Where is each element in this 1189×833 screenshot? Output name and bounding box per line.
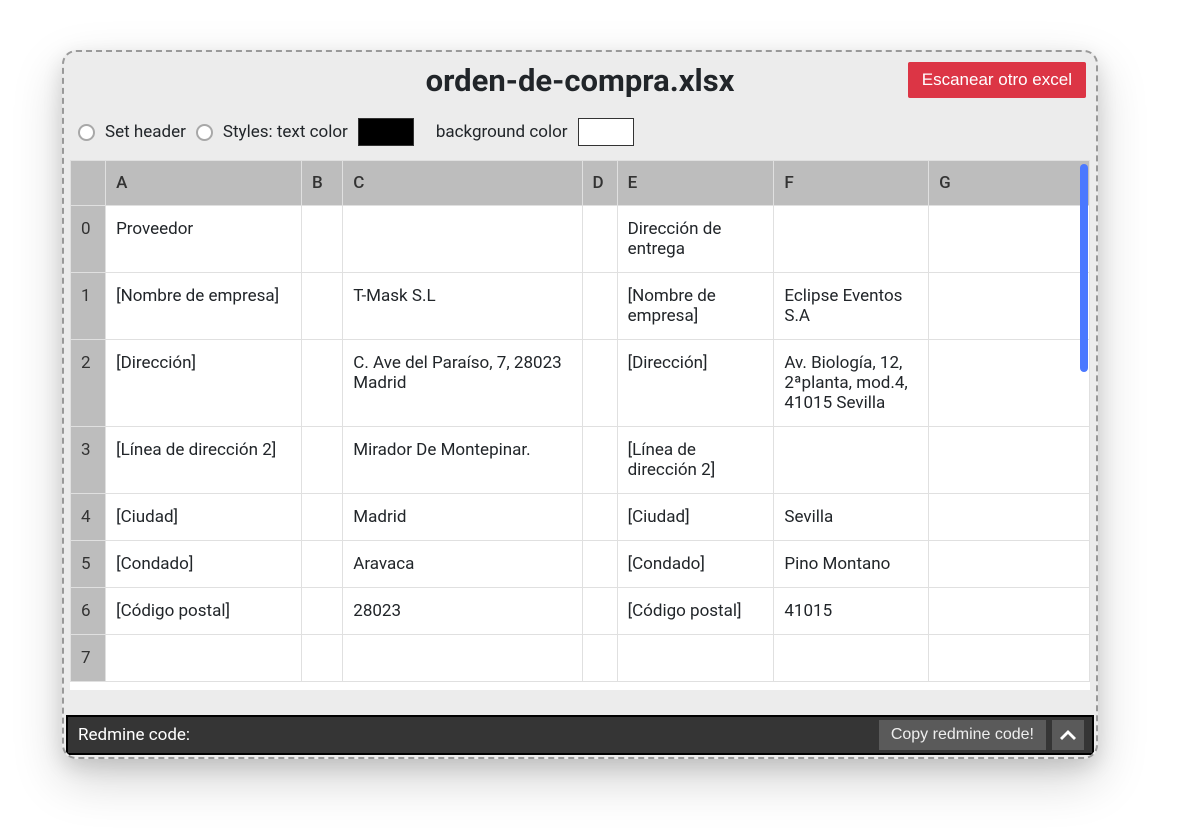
cell[interactable]: [Condado] xyxy=(106,541,302,588)
cell[interactable] xyxy=(582,494,617,541)
cell[interactable]: [Código postal] xyxy=(106,588,302,635)
cell[interactable] xyxy=(929,635,1090,682)
table-row: 2[Dirección]C. Ave del Paraíso, 7, 28023… xyxy=(71,340,1090,427)
redmine-label: Redmine code: xyxy=(78,725,879,745)
cell[interactable] xyxy=(582,427,617,494)
cell[interactable]: 28023 xyxy=(343,588,582,635)
cell[interactable]: Proveedor xyxy=(106,206,302,273)
cell[interactable] xyxy=(929,494,1090,541)
cell[interactable]: [Dirección] xyxy=(106,340,302,427)
cell[interactable]: [Nombre de empresa] xyxy=(106,273,302,340)
vertical-scrollbar[interactable] xyxy=(1080,164,1088,372)
cell[interactable]: [Dirección] xyxy=(617,340,774,427)
chevron-up-icon xyxy=(1060,730,1076,740)
footer-bar: Redmine code: Copy redmine code! xyxy=(66,715,1094,755)
col-header-B[interactable]: B xyxy=(302,161,343,206)
cell[interactable] xyxy=(582,340,617,427)
cell[interactable] xyxy=(582,588,617,635)
cell[interactable] xyxy=(774,635,929,682)
title-row: orden-de-compra.xlsx Escanear otro excel xyxy=(64,52,1096,110)
cell[interactable] xyxy=(929,588,1090,635)
cell[interactable]: [Código postal] xyxy=(617,588,774,635)
row-header[interactable]: 6 xyxy=(71,588,106,635)
cell[interactable] xyxy=(582,273,617,340)
cell[interactable] xyxy=(617,635,774,682)
cell[interactable]: [Nombre de empresa] xyxy=(617,273,774,340)
cell[interactable] xyxy=(929,541,1090,588)
cell[interactable]: [Ciudad] xyxy=(106,494,302,541)
table-row: 0Proveedor Dirección de entrega xyxy=(71,206,1090,273)
cell[interactable]: Sevilla xyxy=(774,494,929,541)
row-header[interactable]: 0 xyxy=(71,206,106,273)
cell[interactable] xyxy=(929,273,1090,340)
cell[interactable]: Dirección de entrega xyxy=(617,206,774,273)
table-row: 4[Ciudad]Madrid[Ciudad]Sevilla xyxy=(71,494,1090,541)
cell[interactable] xyxy=(929,206,1090,273)
cell[interactable] xyxy=(343,635,582,682)
cell[interactable] xyxy=(302,494,343,541)
scan-another-button[interactable]: Escanear otro excel xyxy=(908,62,1086,98)
text-color-swatch[interactable] xyxy=(358,118,414,146)
row-header[interactable]: 2 xyxy=(71,340,106,427)
col-header-C[interactable]: C xyxy=(343,161,582,206)
set-header-label: Set header xyxy=(105,122,186,142)
table-row: 7 xyxy=(71,635,1090,682)
main-panel: orden-de-compra.xlsx Escanear otro excel… xyxy=(62,50,1098,759)
cell[interactable] xyxy=(582,206,617,273)
cell[interactable] xyxy=(302,273,343,340)
row-header[interactable]: 1 xyxy=(71,273,106,340)
table-row: 5[Condado]Aravaca[Condado]Pino Montano xyxy=(71,541,1090,588)
col-header-E[interactable]: E xyxy=(617,161,774,206)
copy-redmine-button[interactable]: Copy redmine code! xyxy=(879,720,1046,750)
table-row: 6[Código postal]28023[Código postal]4101… xyxy=(71,588,1090,635)
cell[interactable] xyxy=(302,206,343,273)
cell[interactable] xyxy=(302,427,343,494)
cell[interactable]: Eclipse Eventos S.A xyxy=(774,273,929,340)
col-header-F[interactable]: F xyxy=(774,161,929,206)
cell[interactable] xyxy=(343,206,582,273)
cell[interactable] xyxy=(302,635,343,682)
styles-label: Styles: text color xyxy=(223,122,348,142)
bg-color-swatch[interactable] xyxy=(578,118,634,146)
cell[interactable]: Mirador De Montepinar. xyxy=(343,427,582,494)
cell[interactable]: Av. Biología, 12, 2ªplanta, mod.4, 41015… xyxy=(774,340,929,427)
row-header[interactable]: 3 xyxy=(71,427,106,494)
cell[interactable] xyxy=(302,541,343,588)
cell[interactable]: Madrid xyxy=(343,494,582,541)
spreadsheet-container: A B C D E F G 0Proveedor Dirección de ent… xyxy=(70,160,1090,690)
cell[interactable] xyxy=(774,427,929,494)
table-row: 3[Línea de dirección 2]Mirador De Montep… xyxy=(71,427,1090,494)
col-header-A[interactable]: A xyxy=(106,161,302,206)
cell[interactable] xyxy=(582,635,617,682)
cell[interactable]: [Línea de dirección 2] xyxy=(106,427,302,494)
styles-radio[interactable] xyxy=(196,124,213,141)
cell[interactable] xyxy=(929,427,1090,494)
spreadsheet-table: A B C D E F G 0Proveedor Dirección de ent… xyxy=(70,160,1090,682)
cell[interactable]: 41015 xyxy=(774,588,929,635)
row-header[interactable]: 5 xyxy=(71,541,106,588)
cell[interactable]: T-Mask S.L xyxy=(343,273,582,340)
cell[interactable]: [Línea de dirección 2] xyxy=(617,427,774,494)
row-header[interactable]: 7 xyxy=(71,635,106,682)
corner-cell[interactable] xyxy=(71,161,106,206)
expand-up-button[interactable] xyxy=(1052,720,1084,750)
cell[interactable] xyxy=(929,340,1090,427)
cell[interactable]: Aravaca xyxy=(343,541,582,588)
cell[interactable] xyxy=(774,206,929,273)
row-header[interactable]: 4 xyxy=(71,494,106,541)
col-header-D[interactable]: D xyxy=(582,161,617,206)
bg-color-label: background color xyxy=(436,122,568,142)
cell[interactable]: [Condado] xyxy=(617,541,774,588)
cell[interactable] xyxy=(582,541,617,588)
table-row: 1[Nombre de empresa]T-Mask S.L[Nombre de… xyxy=(71,273,1090,340)
cell[interactable] xyxy=(106,635,302,682)
controls-bar: Set header Styles: text color background… xyxy=(64,110,1096,160)
cell[interactable]: C. Ave del Paraíso, 7, 28023 Madrid xyxy=(343,340,582,427)
cell[interactable] xyxy=(302,588,343,635)
cell[interactable]: Pino Montano xyxy=(774,541,929,588)
col-header-G[interactable]: G xyxy=(929,161,1090,206)
cell[interactable] xyxy=(302,340,343,427)
set-header-radio[interactable] xyxy=(78,124,95,141)
cell[interactable]: [Ciudad] xyxy=(617,494,774,541)
